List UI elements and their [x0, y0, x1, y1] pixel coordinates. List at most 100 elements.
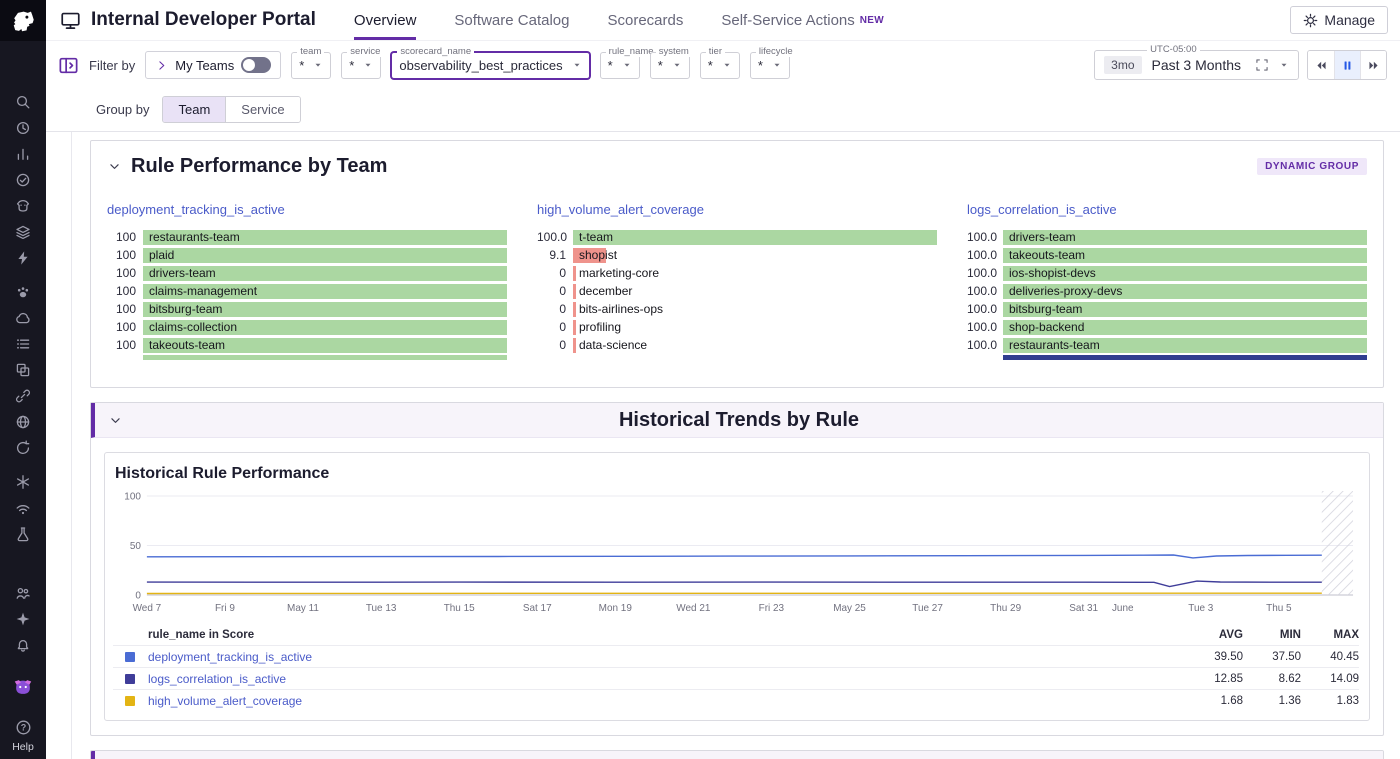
series-name-link[interactable]: deployment_tracking_is_active	[148, 650, 1171, 664]
manage-button[interactable]: Manage	[1290, 6, 1388, 34]
sidebar-item-sparkle[interactable]	[0, 606, 46, 632]
filter-rule_name[interactable]: rule_name*	[600, 52, 640, 79]
legend-row[interactable]: high_volume_alert_coverage1.681.361.83	[113, 690, 1359, 712]
bar-row[interactable]: 0marketing-core	[537, 264, 937, 282]
bar-value: 100	[107, 302, 143, 316]
group-by-option-team[interactable]: Team	[163, 97, 225, 122]
sidebar-item-cloud[interactable]	[0, 305, 46, 331]
bar-fill	[573, 266, 576, 281]
sidebar-item-flask[interactable]	[0, 521, 46, 547]
sidebar-item-refresh[interactable]	[0, 435, 46, 461]
bar-row[interactable]: 100.0takeouts-team	[967, 246, 1367, 264]
svg-text:Tue 13: Tue 13	[366, 603, 397, 614]
filter-service[interactable]: service*	[341, 52, 381, 79]
group-by-option-service[interactable]: Service	[225, 97, 299, 122]
sidebar-item-search[interactable]	[0, 89, 46, 115]
bar-track: deliveries-proxy-devs	[1003, 284, 1367, 299]
sidebar-item-snowflake[interactable]	[0, 469, 46, 495]
bar-row[interactable]: 0bits-airlines-ops	[537, 300, 937, 318]
bar-row[interactable]: 100.0shop-backend	[967, 318, 1367, 336]
bar-row[interactable]: 100 bitsburg-team	[107, 300, 507, 318]
my-teams-toggle[interactable]	[241, 57, 271, 73]
sidebar-item-bolt[interactable]	[0, 245, 46, 271]
sidebar-item-layers[interactable]	[0, 219, 46, 245]
zoom-reset-icon[interactable]	[1255, 58, 1269, 72]
bar-row[interactable]: 100.0deliveries-proxy-devs	[967, 282, 1367, 300]
sidebar-item-bell[interactable]	[0, 632, 46, 658]
sidebar-item-bar-chart[interactable]	[0, 141, 46, 167]
time-range-picker[interactable]: UTC-05:00 3mo Past 3 Months	[1094, 50, 1299, 80]
bar-row[interactable]: 0data-science	[537, 336, 937, 354]
bar-label: bits-airlines-ops	[579, 302, 663, 317]
bar-row[interactable]: 9.1shopist	[537, 246, 937, 264]
rewind-button[interactable]	[1308, 51, 1334, 79]
tab-scorecards[interactable]: Scorecards	[608, 0, 684, 40]
filter-system[interactable]: system*	[650, 52, 690, 79]
sidebar-item-list[interactable]	[0, 331, 46, 357]
collapse-chevron-icon[interactable]	[107, 159, 122, 174]
bar-row[interactable]: 100.0bitsburg-team	[967, 300, 1367, 318]
tab-software-catalog[interactable]: Software Catalog	[454, 0, 569, 40]
sidebar-item-check-circle[interactable]	[0, 167, 46, 193]
bar-row[interactable]: 100restaurants-team	[107, 228, 507, 246]
filter-lifecycle[interactable]: lifecycle*	[750, 52, 790, 79]
filter-scorecard_name[interactable]: scorecard_nameobservability_best_practic…	[391, 52, 589, 79]
bar-chart-title-link[interactable]: deployment_tracking_is_active	[107, 202, 285, 217]
filter-tier[interactable]: tier*	[700, 52, 740, 79]
sidebar-item-paw[interactable]	[0, 279, 46, 305]
bar-row[interactable]: 100.0t-team	[537, 228, 937, 246]
forward-button[interactable]	[1360, 51, 1386, 79]
svg-text:Thu 15: Thu 15	[444, 603, 475, 614]
legend-row[interactable]: deployment_tracking_is_active39.5037.504…	[113, 646, 1359, 668]
sidebar-item-signal[interactable]	[0, 495, 46, 521]
bar-row[interactable]: 100drivers-team	[107, 264, 507, 282]
collapse-panel-icon[interactable]	[58, 55, 79, 76]
bar-row[interactable]: 100claims-management	[107, 282, 507, 300]
top-navigation: Internal Developer Portal OverviewSoftwa…	[46, 0, 1400, 41]
sidebar-item-dog[interactable]	[0, 193, 46, 219]
tab-label: Overview	[354, 12, 417, 29]
svg-text:100: 100	[124, 491, 141, 502]
bar-label: bitsburg-team	[149, 302, 222, 317]
sidebar-item-bits-ai[interactable]	[0, 674, 46, 700]
bar-row[interactable]: 100plaid	[107, 246, 507, 264]
my-teams-control[interactable]: My Teams	[145, 51, 281, 79]
filter-bar: Filter by My Teams team*service*scorecar…	[46, 41, 1400, 87]
bar-value: 100.0	[967, 230, 1003, 244]
historical-line-chart[interactable]: 050100Wed 7Fri 9May 11Tue 13Thu 15Sat 17…	[113, 487, 1359, 619]
sidebar-item-globe[interactable]	[0, 409, 46, 435]
datadog-logo[interactable]	[0, 0, 46, 41]
bar-row[interactable]: 0profiling	[537, 318, 937, 336]
bar-value: 100.0	[967, 302, 1003, 316]
bar-row[interactable]: 100claims-collection	[107, 318, 507, 336]
sidebar-item-help[interactable]: ?	[0, 714, 46, 740]
bar-chart-title-link[interactable]: high_volume_alert_coverage	[537, 202, 704, 217]
bar-value: 9.1	[537, 248, 573, 262]
series-name-link[interactable]: logs_correlation_is_active	[148, 672, 1171, 686]
bar-chart-title-link[interactable]: logs_correlation_is_active	[967, 202, 1117, 217]
bar-row[interactable]: 0december	[537, 282, 937, 300]
collapse-chevron-icon[interactable]	[108, 413, 123, 428]
tab-overview[interactable]: Overview	[354, 0, 417, 40]
tab-self-service-actions[interactable]: Self-Service ActionsNEW	[721, 0, 884, 40]
svg-text:Thu 29: Thu 29	[990, 603, 1021, 614]
bar-label: drivers-team	[149, 266, 216, 281]
bar-row[interactable]: 100.0ios-shopist-devs	[967, 264, 1367, 282]
filter-team[interactable]: team*	[291, 52, 331, 79]
bar-row[interactable]: 100takeouts-team	[107, 336, 507, 354]
sidebar-item-link[interactable]	[0, 383, 46, 409]
tab-label: Self-Service Actions	[721, 12, 854, 29]
sidebar-item-squares[interactable]	[0, 357, 46, 383]
series-name-link[interactable]: high_volume_alert_coverage	[148, 694, 1171, 708]
bar-label: shop-backend	[1009, 320, 1084, 335]
pause-button[interactable]	[1334, 51, 1360, 79]
left-sidebar: ? Help	[0, 0, 46, 759]
svg-text:Fri 9: Fri 9	[215, 603, 235, 614]
sidebar-item-people[interactable]	[0, 580, 46, 606]
bar-row[interactable]: 100.0drivers-team	[967, 228, 1367, 246]
legend-row[interactable]: logs_correlation_is_active12.858.6214.09	[113, 668, 1359, 690]
sidebar-item-history[interactable]	[0, 115, 46, 141]
filter-field-label: system	[656, 46, 692, 57]
bar-value: 0	[537, 284, 573, 298]
bar-row[interactable]: 100.0restaurants-team	[967, 336, 1367, 354]
